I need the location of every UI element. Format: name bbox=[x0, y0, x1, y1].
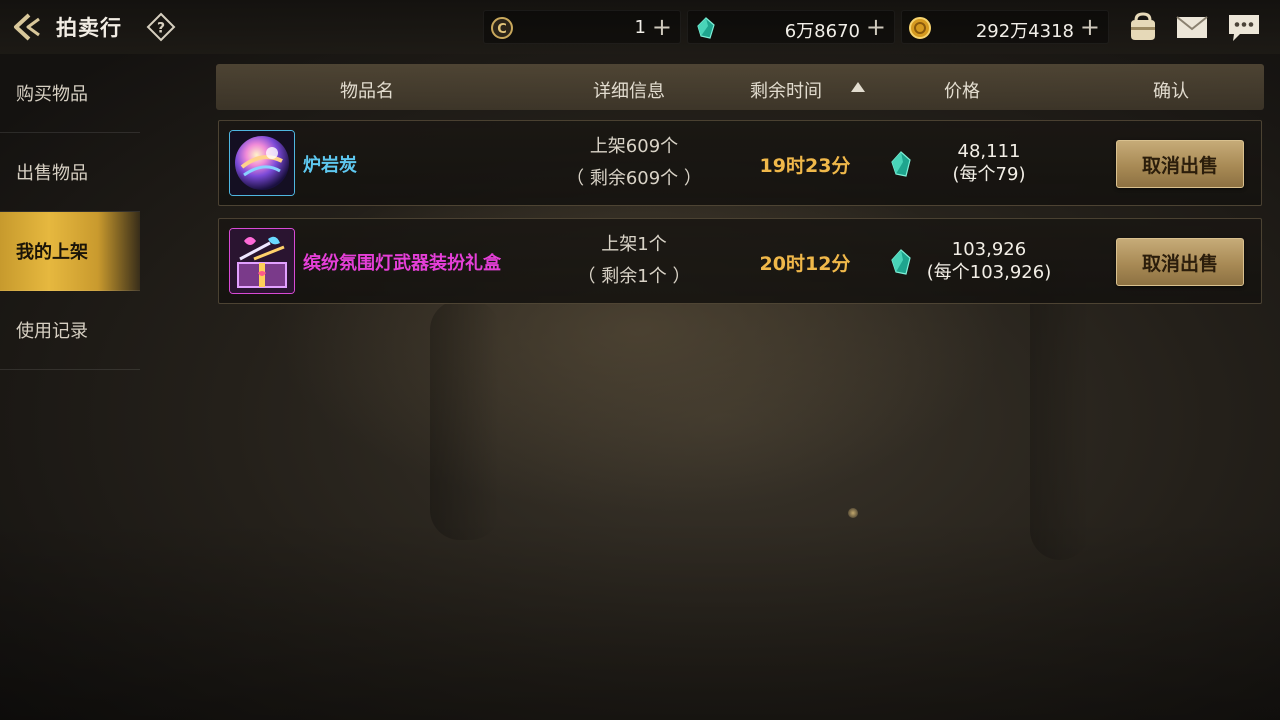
help-icon: ? bbox=[146, 12, 176, 42]
remaining-quantity: （ 剩余1个 ） bbox=[577, 266, 691, 287]
currency-gem: 6万8670 + bbox=[687, 10, 895, 44]
listing-detail: 上架1个 （ 剩余1个 ） bbox=[549, 229, 719, 293]
item-name: 缤纷氛围灯武器装扮礼盒 bbox=[303, 253, 501, 274]
sidebar-item-history[interactable]: 使用记录 bbox=[0, 291, 140, 370]
help-button[interactable]: ? bbox=[146, 12, 176, 42]
currency-gold: 292万4318 + bbox=[901, 10, 1109, 44]
listed-quantity: 上架1个 bbox=[601, 234, 667, 255]
column-header-item-name: 物品名 bbox=[340, 81, 394, 102]
chat-icon[interactable] bbox=[1226, 10, 1262, 44]
column-header-details: 详细信息 bbox=[593, 81, 665, 102]
green-gem-icon bbox=[891, 151, 911, 177]
svg-text:?: ? bbox=[157, 21, 165, 37]
sidebar-item-sell[interactable]: 出售物品 bbox=[0, 133, 140, 212]
sidebar-item-my-listings[interactable]: 我的上架 bbox=[0, 212, 140, 291]
mail-icon[interactable] bbox=[1174, 10, 1210, 44]
column-header-confirm: 确认 bbox=[1153, 81, 1189, 102]
remaining-time: 20时12分 bbox=[759, 253, 851, 275]
top-bar: 拍卖行 ? C 1 + 6万8670 + 292万4318 + bbox=[0, 0, 1280, 54]
cancel-sale-button[interactable]: 取消出售 bbox=[1116, 140, 1244, 188]
price-each: (每个103,926) bbox=[926, 262, 1052, 283]
sidebar-item-buy[interactable]: 购买物品 bbox=[0, 54, 140, 133]
remaining-quantity: （ 剩余609个 ） bbox=[566, 168, 702, 189]
add-currency-button[interactable]: + bbox=[652, 14, 672, 40]
sidebar-item-label: 出售物品 bbox=[16, 163, 88, 184]
background-glow-spark bbox=[848, 508, 858, 518]
table-row[interactable]: 炉岩炭 上架609个 （ 剩余609个 ） 19时23分 48,111 (每个7… bbox=[218, 120, 1262, 206]
price-total: 48,111 bbox=[957, 141, 1021, 162]
item-name: 炉岩炭 bbox=[303, 155, 357, 176]
price: 48,111 (每个79) bbox=[913, 140, 1065, 186]
listing-detail: 上架609个 （ 剩余609个 ） bbox=[549, 131, 719, 195]
background-tree-trunk bbox=[430, 300, 500, 540]
price: 103,926 (每个103,926) bbox=[913, 238, 1065, 284]
background-floor-shadow bbox=[0, 520, 1280, 720]
currency-value: 6万8670 bbox=[784, 21, 860, 42]
price-total: 103,926 bbox=[951, 239, 1027, 260]
table-row[interactable]: 缤纷氛围灯武器装扮礼盒 上架1个 （ 剩余1个 ） 20时12分 103,926… bbox=[218, 218, 1262, 304]
table-header: 物品名 详细信息 剩余时间 价格 确认 bbox=[216, 64, 1264, 110]
cancel-sale-button[interactable]: 取消出售 bbox=[1116, 238, 1244, 286]
lava-orb-icon bbox=[229, 130, 295, 196]
currency-c-coin: C 1 + bbox=[483, 10, 681, 44]
column-header-remaining-time[interactable]: 剩余时间 bbox=[750, 77, 822, 103]
back-button[interactable] bbox=[8, 8, 48, 46]
page-title: 拍卖行 bbox=[56, 16, 122, 40]
currency-value: 292万4318 bbox=[975, 21, 1074, 42]
sidebar-item-label: 我的上架 bbox=[16, 242, 88, 263]
add-currency-button[interactable]: + bbox=[1080, 14, 1100, 40]
svg-text:C: C bbox=[497, 22, 507, 37]
currency-value: 1 bbox=[634, 17, 646, 38]
back-arrow-icon bbox=[14, 13, 40, 41]
c-coin-icon: C bbox=[491, 17, 513, 39]
green-gem-icon bbox=[891, 249, 911, 275]
green-gem-icon bbox=[697, 17, 715, 39]
column-header-price: 价格 bbox=[944, 81, 980, 102]
listed-quantity: 上架609个 bbox=[589, 136, 679, 157]
remaining-time: 19时23分 bbox=[759, 155, 851, 177]
sort-ascending-icon[interactable] bbox=[851, 82, 865, 92]
sidebar-item-label: 使用记录 bbox=[16, 321, 88, 342]
pouch-icon[interactable] bbox=[1125, 10, 1161, 44]
gold-coin-icon bbox=[909, 17, 931, 39]
add-currency-button[interactable]: + bbox=[866, 14, 886, 40]
sidebar-item-label: 购买物品 bbox=[16, 84, 88, 105]
gift-box-icon bbox=[229, 228, 295, 294]
sidebar: 购买物品 出售物品 我的上架 使用记录 bbox=[0, 54, 140, 370]
price-each: (每个79) bbox=[952, 164, 1026, 185]
background-tree-trunk bbox=[1030, 260, 1090, 560]
